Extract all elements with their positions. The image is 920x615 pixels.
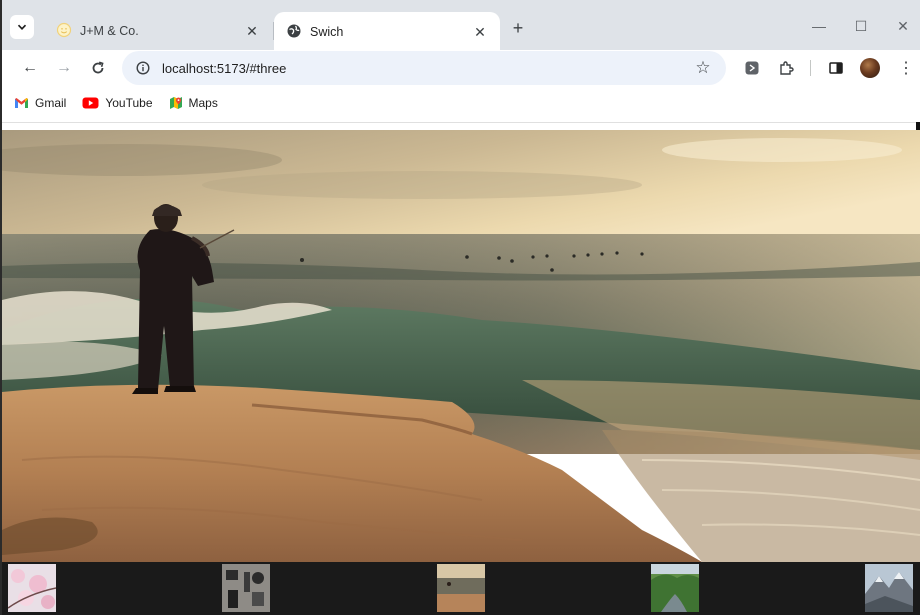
new-tab-button[interactable]: +: [506, 16, 530, 40]
bookmark-youtube[interactable]: YouTube: [82, 96, 153, 110]
close-icon[interactable]: ✕: [242, 21, 262, 41]
tab-swich[interactable]: Swich ✕: [274, 12, 500, 52]
url-text[interactable]: localhost:5173/#three: [162, 61, 690, 76]
bookmark-gmail[interactable]: Gmail: [14, 96, 66, 110]
tab-strip: J+M & Co. ✕ Swich ✕ + — ☐ ✕: [2, 0, 920, 52]
profile-avatar[interactable]: [858, 56, 882, 80]
address-bar[interactable]: localhost:5173/#three ☆: [122, 51, 726, 85]
bookmarks-bar: Gmail YouTube Maps: [2, 86, 920, 120]
thumbnail-cherry-blossom[interactable]: [8, 564, 56, 612]
extension-icon[interactable]: [740, 56, 764, 80]
bookmark-label: YouTube: [105, 96, 153, 110]
tab-title: Swich: [310, 25, 344, 39]
thumbnail-desk-items[interactable]: [222, 564, 270, 612]
toolbar-separator: [810, 60, 811, 76]
side-panel-icon[interactable]: [824, 56, 848, 80]
tab-jm-co[interactable]: J+M & Co. ✕: [46, 12, 272, 50]
close-icon[interactable]: ✕: [470, 22, 490, 42]
maps-icon: [169, 97, 182, 109]
thumbnail-green-valley[interactable]: [651, 564, 699, 612]
youtube-icon: [82, 97, 99, 109]
back-arrow-icon[interactable]: ←: [16, 54, 44, 82]
tab-title: J+M & Co.: [80, 24, 139, 38]
puzzle-extensions-icon[interactable]: [774, 56, 798, 80]
thumbnail-mountain-snow[interactable]: [865, 564, 913, 612]
bookmark-label: Maps: [188, 96, 218, 110]
hero-image: [2, 130, 920, 562]
globe-icon: [286, 23, 302, 42]
forward-arrow-icon[interactable]: →: [50, 54, 78, 82]
thumbnail-strip: [2, 562, 920, 615]
bookmark-label: Gmail: [35, 96, 67, 110]
thumbnail-fisherman-shore[interactable]: [437, 564, 485, 612]
more-menu-icon[interactable]: ⋮: [894, 56, 918, 80]
browser-toolbar: ← → localhost:5173/#three ☆ ⋮: [2, 50, 920, 86]
content-divider: [2, 122, 920, 123]
edge-marker: [916, 122, 920, 130]
maximize-icon[interactable]: ☐: [846, 14, 876, 38]
chevron-down-icon: [17, 24, 27, 31]
close-window-icon[interactable]: ✕: [888, 14, 918, 38]
avatar: [860, 58, 880, 78]
bookmark-maps[interactable]: Maps: [169, 96, 218, 110]
browser-window: J+M & Co. ✕ Swich ✕ + — ☐ ✕ ← → localhos…: [0, 0, 920, 615]
bookmark-star-icon[interactable]: ☆: [690, 55, 716, 81]
gmail-icon: [15, 98, 28, 108]
info-icon[interactable]: [134, 59, 152, 77]
minimize-icon[interactable]: —: [804, 14, 834, 38]
tab-search-button[interactable]: [10, 15, 34, 39]
smiley-favicon-icon: [56, 22, 72, 41]
reload-icon[interactable]: [84, 54, 112, 82]
